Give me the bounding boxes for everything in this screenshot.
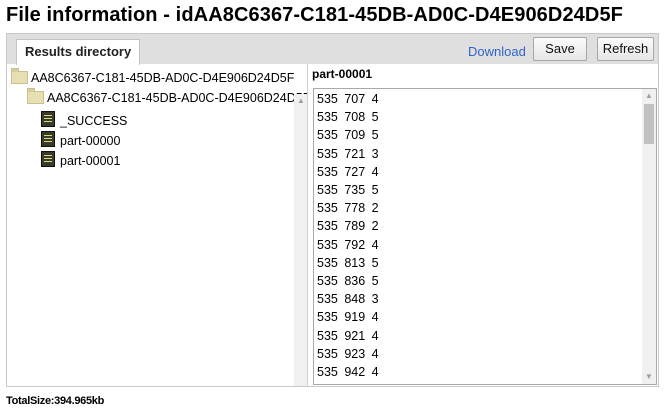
content-vertical-scrollbar[interactable]: ▲ ▼ xyxy=(642,89,656,384)
content-line: 535 813 5 xyxy=(317,255,379,270)
folder-icon xyxy=(27,88,44,104)
scroll-down-icon[interactable]: ▼ xyxy=(645,373,653,381)
open-file-name: part-00001 xyxy=(312,67,373,81)
file-panel: Results directory Download Save Refresh … xyxy=(6,33,659,387)
refresh-button[interactable]: Refresh xyxy=(597,37,654,61)
content-line: 535 708 5 xyxy=(317,110,379,125)
content-line: 535 789 2 xyxy=(317,219,379,234)
tab-results-directory[interactable]: Results directory xyxy=(16,39,141,65)
content-line: 535 721 3 xyxy=(317,146,379,161)
content-line: 535 727 4 xyxy=(317,164,379,179)
file-content-lines: 535 707 4 535 708 5 535 709 5 535 721 3 535 … xyxy=(317,90,379,384)
tree-root-label: AA8C6367-C181-45DB-AD0C-D4E906D24D5F xyxy=(31,71,295,85)
tree-file-label: part-00001 xyxy=(60,154,121,168)
tree-vertical-scrollbar[interactable]: ▲ ▼ xyxy=(294,94,307,386)
toolbar: Results directory Download Save Refresh xyxy=(7,34,658,65)
scrollbar-thumb[interactable] xyxy=(644,104,654,144)
content-line: 535 836 5 xyxy=(317,274,379,289)
content-line: 535 848 3 xyxy=(317,292,379,307)
tree-file-success[interactable]: _SUCCESS xyxy=(41,109,128,128)
total-size-label: TotalSize:394.965kb xyxy=(6,395,105,407)
directory-tree: AA8C6367-C181-45DB-AD0C-D4E906D24D5F AA8… xyxy=(7,64,308,386)
file-content-textarea[interactable]: 535 707 4 535 708 5 535 709 5 535 721 3 535 … xyxy=(313,88,657,385)
file-icon xyxy=(41,131,55,147)
file-icon xyxy=(41,111,55,127)
tree-file-label: part-00000 xyxy=(60,134,121,148)
content-line: 535 707 4 xyxy=(317,92,379,106)
content-line: 535 709 5 xyxy=(317,128,379,143)
tree-child-folder[interactable]: AA8C6367-C181-45DB-AD0C-D4E906D24D5F xyxy=(27,88,308,107)
file-icon xyxy=(41,151,55,167)
scroll-up-icon[interactable]: ▲ xyxy=(297,97,305,105)
content-line: 535 921 4 xyxy=(317,328,379,343)
download-link[interactable]: Download xyxy=(468,44,526,59)
content-line: 535 778 2 xyxy=(317,201,379,216)
folder-icon xyxy=(11,68,28,84)
content-line: 535 923 4 xyxy=(317,346,379,361)
save-button[interactable]: Save xyxy=(533,37,587,61)
tree-file-label: _SUCCESS xyxy=(60,114,128,128)
tree-file-part-00000[interactable]: part-00000 xyxy=(41,129,121,148)
file-content-pane: part-00001 535 707 4 535 708 5 535 709 5 53… xyxy=(311,64,658,386)
tree-root-folder[interactable]: AA8C6367-C181-45DB-AD0C-D4E906D24D5F xyxy=(11,68,295,87)
page-title: File information - idAA8C6367-C181-45DB-… xyxy=(6,4,623,26)
scroll-up-icon[interactable]: ▲ xyxy=(645,92,653,100)
tree-file-part-00001[interactable]: part-00001 xyxy=(41,149,121,168)
content-line: 535 735 5 xyxy=(317,183,379,198)
content-line: 535 792 4 xyxy=(317,237,379,252)
tree-child-label: AA8C6367-C181-45DB-AD0C-D4E906D24D5F xyxy=(47,91,308,105)
content-line: 535 919 4 xyxy=(317,310,379,325)
content-line: 535 942 4 xyxy=(317,365,379,380)
content-line: 535 950 3 xyxy=(317,381,379,384)
